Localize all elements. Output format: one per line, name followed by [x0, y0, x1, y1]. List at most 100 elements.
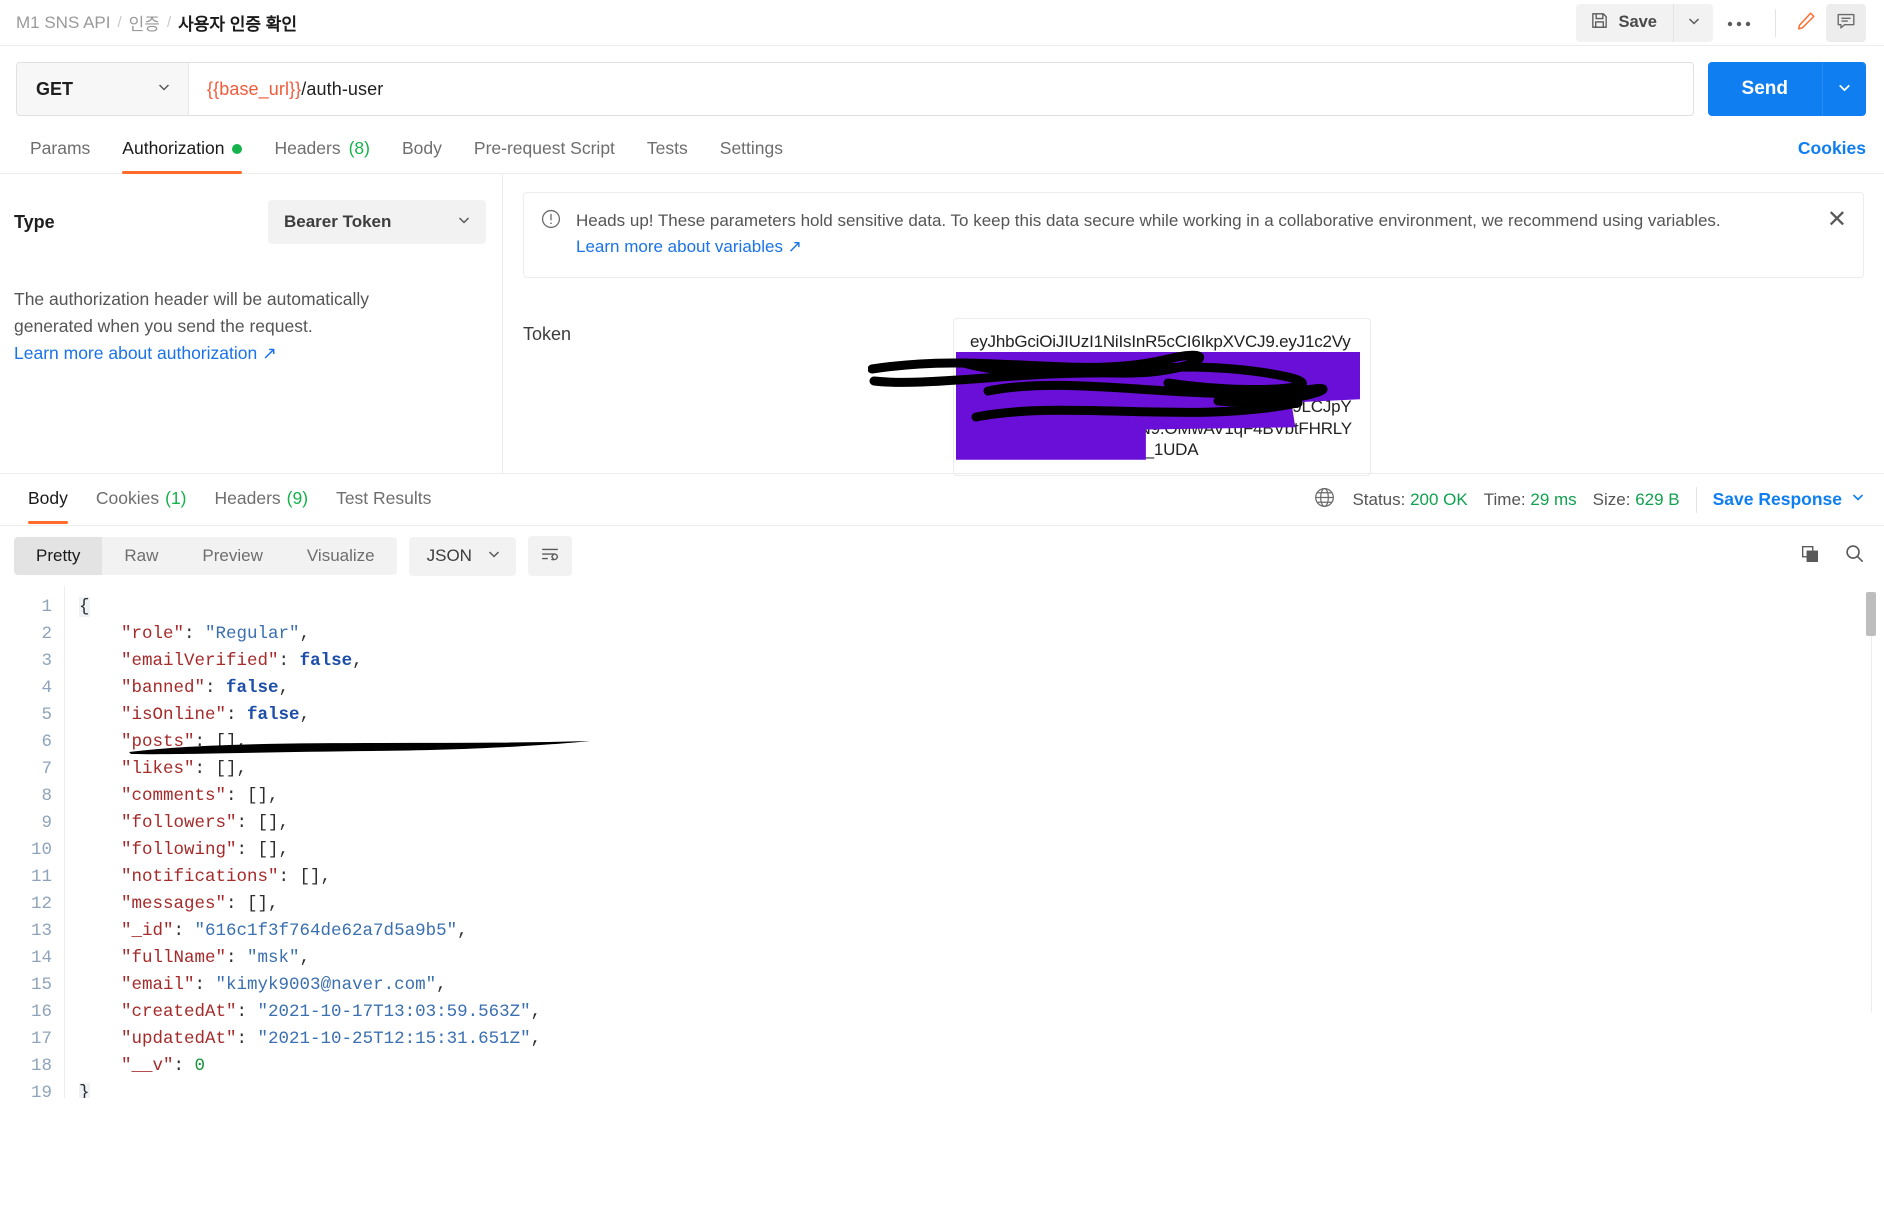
warning-learn-more-link[interactable]: Learn more about variables ↗: [576, 234, 802, 260]
line-number: 16: [30, 1002, 52, 1022]
scrollbar-thumb[interactable]: [1866, 592, 1876, 636]
search-button[interactable]: [1843, 542, 1866, 570]
json-token: 0: [194, 1056, 206, 1076]
json-token: "__v": [79, 1056, 174, 1076]
response-tab-headers-label: Headers: [214, 488, 281, 508]
chevron-down-icon: [1850, 489, 1866, 510]
response-format-value: JSON: [426, 546, 472, 565]
status-text: Status: 200 OK: [1352, 490, 1467, 510]
time-text: Time: 29 ms: [1484, 490, 1577, 510]
json-token: "comments": [79, 786, 227, 806]
response-tab-cookies-count: (1): [165, 488, 187, 508]
save-response-button[interactable]: Save Response: [1713, 489, 1866, 510]
auth-type-row: Type Bearer Token: [14, 200, 486, 244]
tab-tests[interactable]: Tests: [631, 128, 704, 173]
response-body-viewer[interactable]: 1 2 3 4 5 6 7 8 9 10 11 12 13 14 15 16 1…: [0, 586, 1884, 1098]
breadcrumb-separator-2: /: [166, 14, 172, 31]
response-format-select[interactable]: JSON: [408, 536, 516, 576]
json-token: "msk": [247, 948, 300, 968]
close-icon[interactable]: ✕: [1817, 208, 1847, 232]
line-number: 19: [30, 1083, 52, 1098]
line-number: 11: [30, 867, 52, 887]
tab-body[interactable]: Body: [386, 128, 458, 173]
tab-params-label: Params: [30, 138, 91, 158]
view-mode-preview[interactable]: Preview: [180, 537, 284, 575]
json-token: "following": [79, 840, 237, 860]
auth-learn-more-link[interactable]: Learn more about authorization ↗: [14, 340, 277, 367]
method-value: GET: [36, 78, 74, 99]
json-line: "messages": [],: [79, 891, 1884, 918]
json-token: ,: [530, 1002, 542, 1022]
json-line: "isOnline": false,: [79, 702, 1884, 729]
json-token: "Regular": [205, 624, 300, 644]
response-tab-body[interactable]: Body: [14, 476, 82, 524]
json-token: }: [79, 1083, 90, 1098]
send-options-button[interactable]: [1822, 62, 1866, 116]
tab-headers[interactable]: Headers (8): [258, 128, 386, 173]
json-line: "fullName": "msk",: [79, 945, 1884, 972]
breadcrumb-collection[interactable]: M1 SNS API: [16, 13, 110, 33]
copy-button[interactable]: [1799, 543, 1821, 570]
json-token: : [],: [278, 867, 332, 887]
json-token: ,: [457, 921, 468, 941]
response-tab-headers-count: (9): [286, 488, 309, 508]
auth-type-value: Bearer Token: [284, 212, 392, 231]
wrap-lines-button[interactable]: [527, 536, 572, 576]
save-response-label: Save Response: [1712, 489, 1842, 509]
edit-request-button[interactable]: [1786, 3, 1826, 42]
json-token: "updatedAt": [79, 1029, 237, 1049]
request-tabs: Params Authorization Headers (8) Body Pr…: [0, 128, 1884, 174]
json-token: :: [278, 651, 300, 671]
response-tab-headers[interactable]: Headers (9): [201, 476, 323, 523]
json-token: "fullName": [79, 948, 227, 968]
ellipsis-icon: [1726, 12, 1752, 34]
view-mode-pretty[interactable]: Pretty: [14, 537, 103, 575]
line-number: 5: [41, 705, 52, 725]
token-input[interactable]: eyJhbGciOiJIUzI1NiIsInR5cCI6IkpXVCJ9.eyJ…: [868, 317, 1371, 477]
token-value: eyJhbGciOiJIUzI1NiIsInR5cCI6IkpXVCJ9.eyJ…: [970, 331, 1352, 460]
auth-type-select[interactable]: Bearer Token: [268, 200, 486, 244]
cookies-link[interactable]: Cookies: [1798, 138, 1866, 173]
more-actions-button[interactable]: [1713, 4, 1765, 42]
view-mode-raw[interactable]: Raw: [102, 537, 180, 575]
chevron-down-icon: [1686, 13, 1702, 32]
token-row: Token eyJhbGciOiJIUzI1NiIsInR5cCI6IkpXVC…: [523, 317, 1864, 477]
json-token: "posts": [79, 732, 195, 752]
json-token: "email": [79, 975, 195, 995]
response-tab-cookies[interactable]: Cookies (1): [82, 476, 201, 523]
line-number-gutter: 1 2 3 4 5 6 7 8 9 10 11 12 13 14 15 16 1…: [0, 586, 64, 1098]
tab-body-label: Body: [402, 138, 442, 158]
tab-settings[interactable]: Settings: [704, 128, 799, 173]
response-tab-test-results-label: Test Results: [336, 488, 432, 508]
response-tab-test-results[interactable]: Test Results: [322, 476, 445, 523]
tab-settings-label: Settings: [719, 138, 784, 158]
wrap-lines-icon: [539, 543, 561, 570]
comments-button[interactable]: [1826, 3, 1866, 42]
json-lines: { "role": "Regular", "emailVerified": fa…: [64, 586, 1884, 1098]
breadcrumb-folder[interactable]: 인증: [129, 10, 160, 35]
floppy-disk-icon: [1590, 11, 1609, 35]
tab-authorization[interactable]: Authorization: [106, 128, 258, 174]
auth-help-text: The authorization header will be automat…: [14, 286, 414, 367]
line-number: 6: [41, 732, 52, 752]
line-number: 8: [41, 786, 52, 806]
json-line: "email": "kimyk9003@naver.com",: [79, 972, 1884, 999]
json-token: "createdAt": [79, 1002, 237, 1022]
auth-help-paragraph: The authorization header will be automat…: [14, 289, 370, 337]
chevron-down-icon: [456, 212, 472, 233]
send-button[interactable]: Send: [1707, 62, 1822, 116]
request-url-row: GET {{base_url}}/auth-user Send: [0, 46, 1884, 128]
save-options-button[interactable]: [1673, 3, 1713, 42]
json-token: :: [236, 1002, 258, 1022]
json-line: "following": [],: [79, 837, 1884, 864]
tab-pre-request-script[interactable]: Pre-request Script: [458, 128, 631, 173]
save-button[interactable]: Save: [1576, 3, 1673, 42]
json-line: "notifications": [],: [79, 864, 1884, 891]
line-number: 15: [30, 975, 52, 995]
json-token: : [],: [226, 894, 279, 914]
tab-params[interactable]: Params: [14, 128, 106, 173]
url-input[interactable]: {{base_url}}/auth-user: [189, 63, 1693, 115]
view-mode-visualize[interactable]: Visualize: [285, 537, 397, 575]
json-token: "emailVerified": [79, 651, 279, 671]
method-select[interactable]: GET: [17, 63, 189, 115]
